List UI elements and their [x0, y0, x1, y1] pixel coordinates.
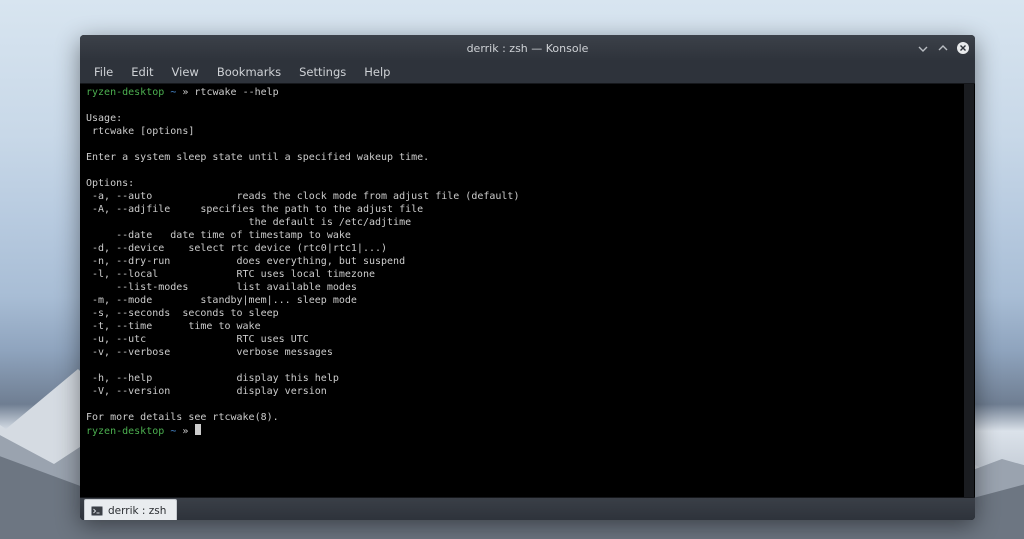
tab-active[interactable]: derrik : zsh — [84, 499, 177, 520]
tab-label: derrik : zsh — [108, 505, 166, 517]
terminal-output[interactable]: ryzen-desktop ~ » rtcwake --help Usage: … — [80, 84, 975, 497]
maximize-button[interactable] — [935, 40, 951, 56]
tab-bar: derrik : zsh — [80, 497, 975, 520]
maximize-icon — [937, 42, 949, 54]
minimize-icon — [917, 42, 929, 54]
terminal-icon — [91, 505, 103, 517]
menu-file[interactable]: File — [86, 63, 121, 81]
window-title: derrik : zsh — Konsole — [80, 42, 975, 55]
terminal-scrollbar[interactable] — [964, 84, 974, 497]
menu-bookmarks[interactable]: Bookmarks — [209, 63, 289, 81]
menu-edit[interactable]: Edit — [123, 63, 161, 81]
menu-settings[interactable]: Settings — [291, 63, 354, 81]
menu-view[interactable]: View — [164, 63, 207, 81]
window-titlebar[interactable]: derrik : zsh — Konsole — [80, 35, 975, 61]
menu-help[interactable]: Help — [356, 63, 398, 81]
close-icon — [956, 41, 970, 55]
minimize-button[interactable] — [915, 40, 931, 56]
konsole-window: derrik : zsh — Konsole File Edit — [80, 35, 975, 520]
menubar: File Edit View Bookmarks Settings Help — [80, 61, 975, 84]
close-button[interactable] — [955, 40, 971, 56]
